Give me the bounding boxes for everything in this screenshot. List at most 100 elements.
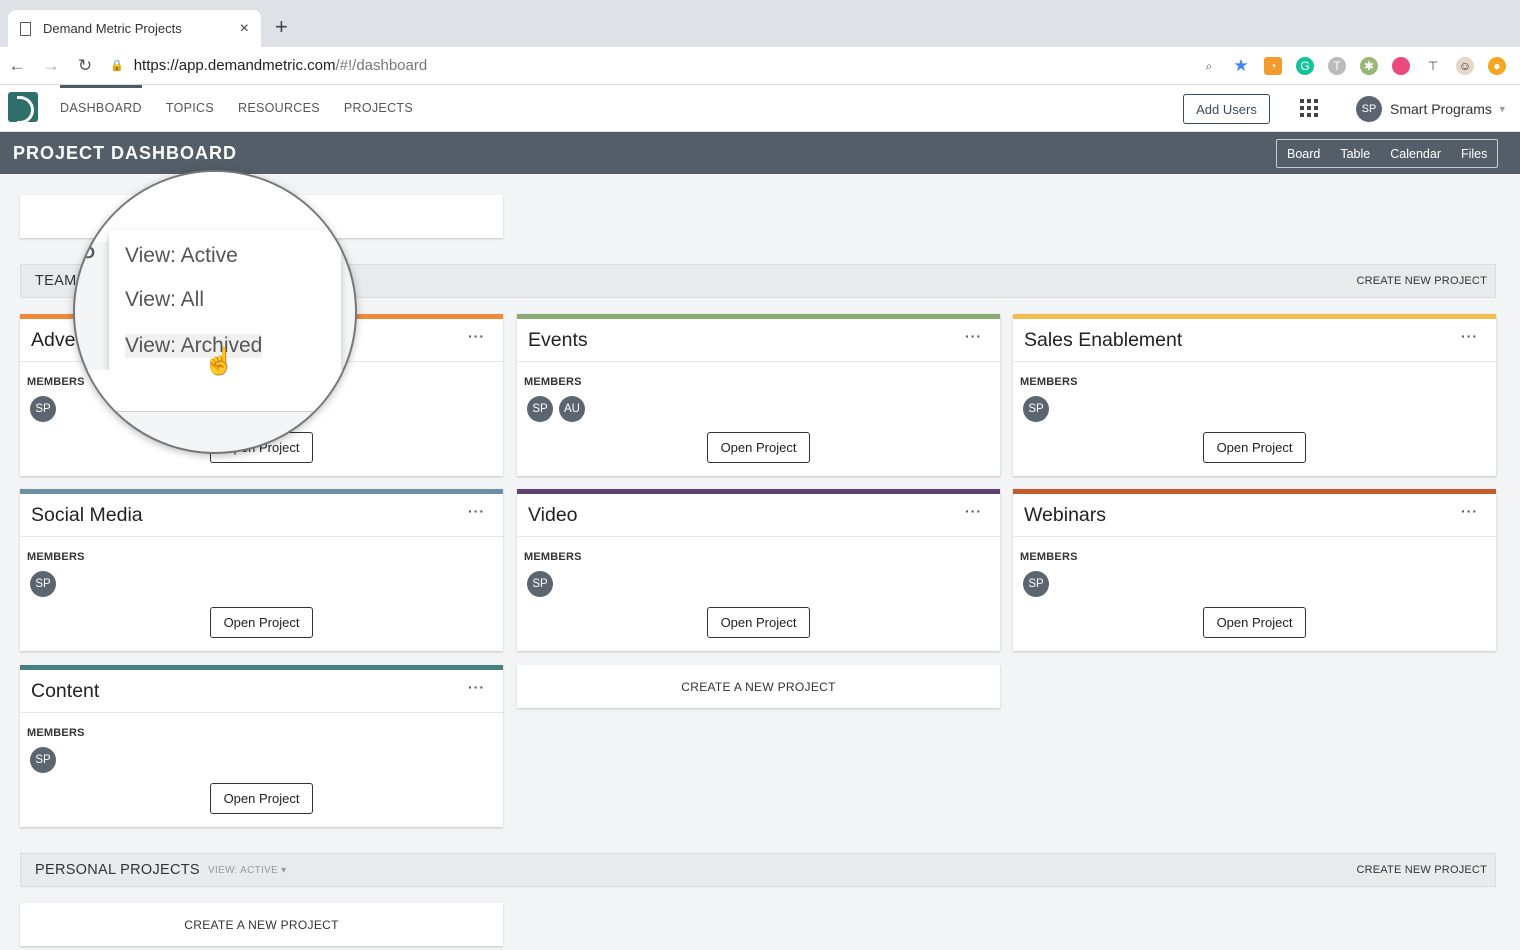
create-new-project-link[interactable]: CREATE NEW PROJECT	[1356, 864, 1487, 876]
project-card: Sales Enablement ··· MEMBERS SP Open Pro…	[1013, 314, 1496, 476]
rss-icon[interactable]: ◔	[1264, 56, 1282, 75]
project-title[interactable]: Sales Enablement	[1024, 329, 1182, 352]
bookmark-star-icon[interactable]: ★	[1232, 56, 1250, 75]
create-new-project-card[interactable]: CREATE A NEW PROJECT	[517, 665, 1000, 708]
members-label: MEMBERS	[27, 727, 85, 739]
forward-icon[interactable]: →	[34, 56, 68, 76]
demand-metric-logo[interactable]	[8, 92, 38, 124]
avatar[interactable]: SP	[1023, 571, 1049, 597]
project-title[interactable]: Webinars	[1024, 504, 1106, 527]
open-project-button[interactable]: Open Project	[707, 607, 810, 638]
profile-icon[interactable]: ☺	[1456, 56, 1474, 75]
open-project-button[interactable]: Open Project	[707, 432, 810, 463]
avatar[interactable]: SP	[30, 571, 56, 597]
project-title[interactable]: Video	[528, 504, 578, 527]
card-color-stripe	[1013, 489, 1496, 494]
magnified-text-fragment: 5	[81, 234, 96, 264]
divider	[517, 536, 1000, 537]
card-color-stripe	[20, 665, 503, 670]
main-nav: DASHBOARD TOPICS RESOURCES PROJECTS	[48, 85, 425, 132]
lock-icon: 🔒	[110, 60, 124, 72]
divider	[20, 712, 503, 713]
create-new-project-link[interactable]: CREATE NEW PROJECT	[1356, 275, 1487, 287]
avatar[interactable]: AU	[559, 396, 585, 422]
view-active-option[interactable]: View: Active	[125, 244, 238, 268]
view-table-button[interactable]: Table	[1330, 147, 1380, 161]
members-list: SP	[30, 747, 56, 773]
divider	[20, 536, 503, 537]
more-options-icon[interactable]: ···	[965, 503, 982, 519]
create-personal-project-card[interactable]: CREATE A NEW PROJECT	[20, 903, 503, 946]
more-options-icon[interactable]: ···	[468, 679, 485, 695]
extensions: ⌕ ★ ◔ G T ✱ ⊤ ☺ ●	[1200, 56, 1506, 75]
browser-tab[interactable]: Demand Metric Projects ×	[8, 10, 261, 47]
members-list: SP	[30, 396, 56, 422]
open-project-button[interactable]: Open Project	[1203, 607, 1306, 638]
personal-projects-label: PERSONAL PROJECTS	[35, 862, 200, 878]
browser-tab-bar: Demand Metric Projects × +	[0, 0, 1520, 47]
grammarly-icon[interactable]: G	[1296, 56, 1314, 75]
extension-t-icon[interactable]: T	[1328, 56, 1346, 75]
open-project-button[interactable]: Open Project	[1203, 432, 1306, 463]
view-archived-option[interactable]: View: Archived	[125, 334, 263, 358]
personal-projects-bar: PERSONAL PROJECTS VIEW: ACTIVE ▾ CREATE …	[20, 853, 1496, 887]
magnifier-overlay: 5 View: Active View: All View: Archived …	[73, 170, 357, 454]
members-list: SP AU	[527, 396, 585, 422]
view-files-button[interactable]: Files	[1451, 147, 1497, 161]
view-filter-dropdown[interactable]: VIEW: ACTIVE ▾	[208, 865, 287, 876]
reload-icon[interactable]: ↻	[68, 56, 102, 76]
avatar[interactable]: SP	[527, 396, 553, 422]
avatar[interactable]: SP	[30, 396, 56, 422]
extension-record-icon[interactable]	[1392, 56, 1410, 75]
extension-pin-icon[interactable]: ⊤	[1424, 57, 1442, 75]
avatar[interactable]: SP	[527, 571, 553, 597]
nav-projects[interactable]: PROJECTS	[332, 85, 425, 132]
project-card: Events ··· MEMBERS SP AU Open Project	[517, 314, 1000, 476]
chevron-down-icon: ▼	[1497, 104, 1507, 114]
more-options-icon[interactable]: ···	[468, 328, 485, 344]
members-label: MEMBERS	[524, 376, 582, 388]
app-header: DASHBOARD TOPICS RESOURCES PROJECTS Add …	[0, 85, 1520, 132]
open-project-button[interactable]: Open Project	[210, 783, 313, 814]
avatar[interactable]: SP	[1023, 396, 1049, 422]
zoom-icon[interactable]: ⌕	[1200, 57, 1218, 75]
nav-resources[interactable]: RESOURCES	[226, 85, 332, 132]
document-icon	[20, 21, 31, 36]
divider	[1013, 361, 1496, 362]
project-title[interactable]: Adve	[31, 329, 75, 352]
new-tab-button[interactable]: +	[275, 14, 288, 40]
divider	[1013, 536, 1496, 537]
page-title-bar: PROJECT DASHBOARD Board Table Calendar F…	[0, 132, 1520, 174]
open-project-button[interactable]: Open Project	[210, 607, 313, 638]
card-color-stripe	[20, 489, 503, 494]
user-menu[interactable]: SP Smart Programs ▼	[1356, 96, 1507, 122]
project-card: Video ··· MEMBERS SP Open Project	[517, 489, 1000, 651]
nav-topics[interactable]: TOPICS	[154, 85, 226, 132]
view-calendar-button[interactable]: Calendar	[1380, 147, 1451, 161]
more-options-icon[interactable]: ···	[1461, 328, 1478, 344]
view-all-option[interactable]: View: All	[125, 288, 204, 312]
extension-bug-icon[interactable]: ✱	[1360, 56, 1378, 75]
project-card: Content ··· MEMBERS SP Open Project	[20, 665, 503, 827]
tab-close-icon[interactable]: ×	[240, 20, 249, 38]
more-options-icon[interactable]: ···	[1461, 503, 1478, 519]
apps-grid-icon[interactable]	[1300, 99, 1318, 117]
avatar: SP	[1356, 96, 1382, 122]
card-color-stripe	[517, 314, 1000, 319]
view-board-button[interactable]: Board	[1277, 147, 1330, 161]
more-options-icon[interactable]: ···	[965, 328, 982, 344]
nav-dashboard[interactable]: DASHBOARD	[48, 85, 154, 132]
back-icon[interactable]: ←	[0, 56, 34, 76]
project-title[interactable]: Events	[528, 329, 588, 352]
address-bar: ← → ↻ 🔒 https://app.demandmetric.com/#!/…	[0, 47, 1520, 85]
avatar[interactable]: SP	[30, 747, 56, 773]
url-field[interactable]: https://app.demandmetric.com/#!/dashboar…	[134, 57, 1200, 74]
project-title[interactable]: Content	[31, 680, 99, 703]
members-list: SP	[527, 571, 553, 597]
add-users-button[interactable]: Add Users	[1183, 94, 1270, 124]
extension-orange-icon[interactable]: ●	[1488, 56, 1506, 75]
project-title[interactable]: Social Media	[31, 504, 143, 527]
members-label: MEMBERS	[524, 551, 582, 563]
more-options-icon[interactable]: ···	[468, 503, 485, 519]
project-card: Social Media ··· MEMBERS SP Open Project	[20, 489, 503, 651]
